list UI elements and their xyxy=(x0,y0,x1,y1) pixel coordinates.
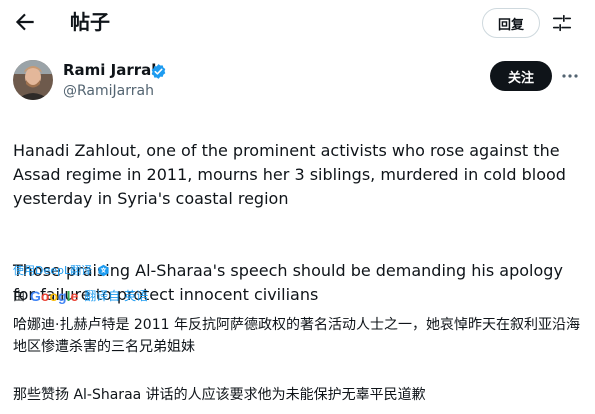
avatar-image xyxy=(13,60,53,100)
reply-button[interactable]: 回复 xyxy=(482,8,540,38)
tune-icon[interactable] xyxy=(551,12,573,34)
translated-text: 哈娜迪·扎赫卢特是 2011 年反抗阿萨德政权的著名活动人士之一，她哀悼昨天在叙… xyxy=(13,314,583,406)
author-name[interactable]: Rami Jarrah xyxy=(63,60,162,80)
avatar[interactable] xyxy=(13,60,53,100)
translate-icon[interactable] xyxy=(97,264,110,277)
by-label: 由 xyxy=(13,289,26,303)
follow-button[interactable]: 关注 xyxy=(490,61,552,91)
more-horizontal-icon[interactable] xyxy=(561,67,579,85)
google-logo: Google xyxy=(30,288,79,304)
translated-from-link[interactable]: 翻译自 英语 xyxy=(84,287,148,305)
top-bar: 帖子 回复 xyxy=(0,0,595,46)
translated-by-row: 由 Google 翻译自 英语 xyxy=(13,287,148,305)
tweet-paragraph: Hanadi Zahlout, one of the prominent act… xyxy=(13,141,566,208)
author-handle[interactable]: @RamiJarrah xyxy=(63,82,154,100)
back-arrow-icon[interactable] xyxy=(12,9,38,35)
deepl-translate-link[interactable]: 使用DeepL翻译 xyxy=(13,264,92,278)
translated-paragraph: 哈娜迪·扎赫卢特是 2011 年反抗阿萨德政权的著名活动人士之一，她哀悼昨天在叙… xyxy=(13,317,580,355)
page-title: 帖子 xyxy=(70,10,110,34)
translated-paragraph: 那些赞扬 Al-Sharaa 讲话的人应该要求他为未能保护无辜平民道歉 xyxy=(13,387,426,403)
verified-badge-icon[interactable] xyxy=(150,63,167,80)
